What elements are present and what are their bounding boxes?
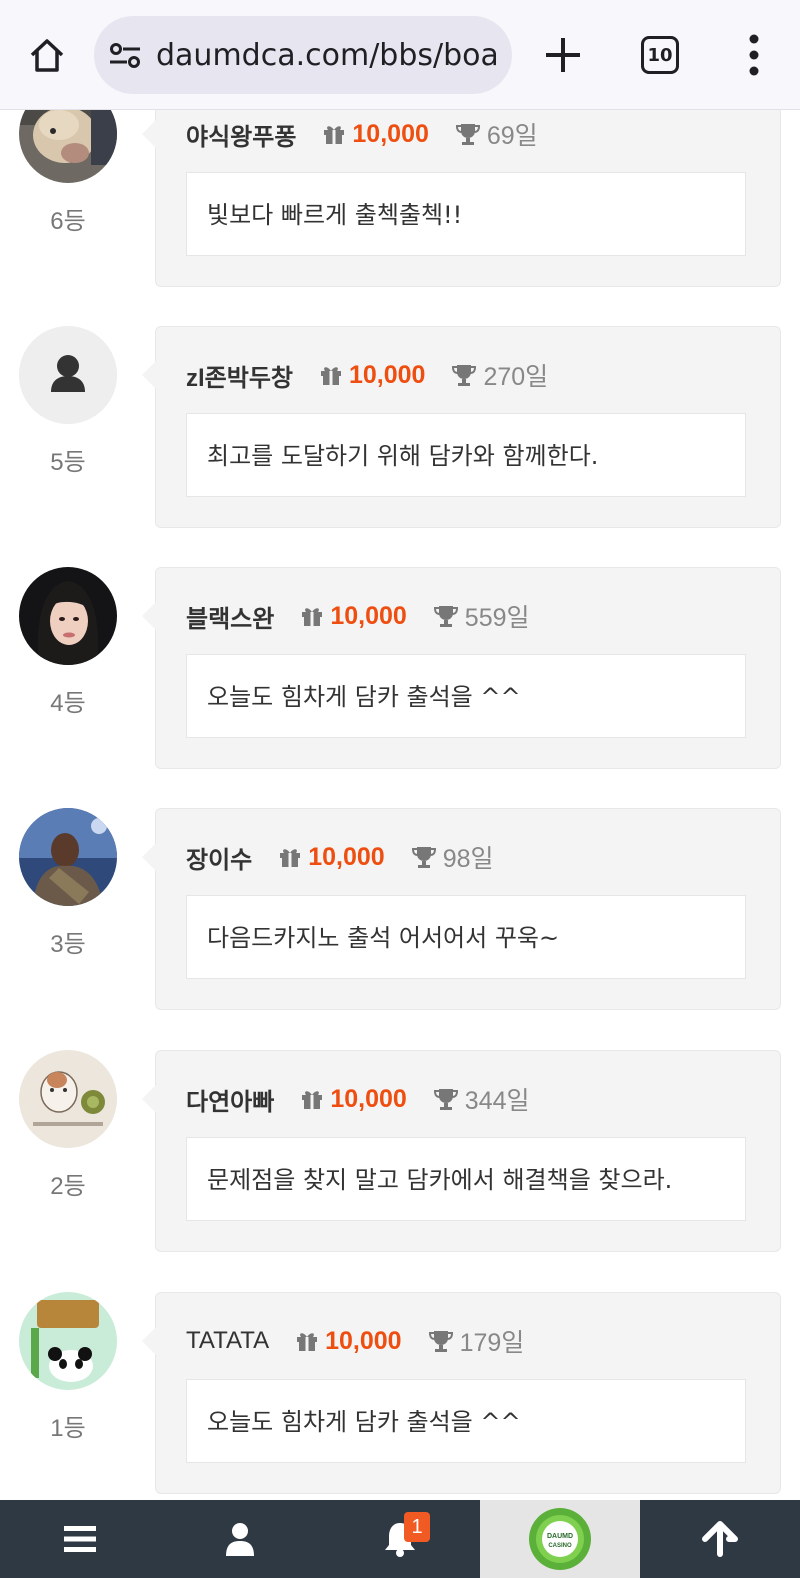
comment-text: 최고를 도달하기 위해 담카와 함께한다. <box>207 442 599 470</box>
gift-icon <box>297 1333 318 1351</box>
cat-drawing-avatar <box>19 1050 117 1148</box>
gift-icon <box>302 608 323 626</box>
rank-label: 6등 <box>50 208 86 235</box>
days-count: 98일 <box>442 845 494 873</box>
comment-text: 다음드카지노 출석 어서어서 꾸욱~ <box>207 924 560 952</box>
daumd-casino-logo: DAUMD CASINO <box>529 1508 591 1570</box>
avatar[interactable] <box>19 1292 117 1390</box>
comment-box: 최고를 도달하기 위해 담카와 함께한다. <box>186 413 746 497</box>
url-text[interactable]: daumdca.com/bbs/board <box>156 36 496 76</box>
attendance-card: zl존박두창 10,000 270일 최고를 도달하기 위해 담카와 함께한다. <box>142 326 781 528</box>
site-settings-icon[interactable] <box>108 40 142 70</box>
comment-box: 빛보다 빠르게 출첵출첵!! <box>186 172 746 256</box>
home-button[interactable] <box>22 33 72 77</box>
avatar[interactable] <box>19 326 117 424</box>
tab-count: 10 <box>647 44 673 66</box>
tab-switcher-button[interactable]: 10 <box>641 36 679 74</box>
list-item: 2등 다연아빠 10,000 344일 문제점을 찾지 말고 담카에서 해결책을… <box>0 1050 800 1252</box>
browser-toolbar: daumdca.com/bbs/board 10 <box>0 0 800 110</box>
comment-box: 오늘도 힘차게 담카 출석을 ^^ <box>186 654 746 738</box>
menu-button[interactable] <box>0 1500 160 1578</box>
comment-text: 빛보다 빠르게 출첵출첵!! <box>207 201 463 229</box>
rank-label: 3등 <box>50 931 86 958</box>
trophy-icon <box>452 365 477 386</box>
trophy-icon <box>428 1331 453 1352</box>
arrow-up-icon <box>702 1521 738 1557</box>
rank-label: 5등 <box>50 449 86 476</box>
new-tab-icon[interactable] <box>540 32 586 78</box>
nickname[interactable]: TATATA <box>186 1327 269 1355</box>
rank-label: 4등 <box>50 690 86 717</box>
bottom-nav: 1 DAUMD CASINO <box>0 1500 800 1578</box>
list-item: 4등 블랙스완 10,000 559일 오늘도 힘차게 담카 출석을 ^^ <box>0 567 800 769</box>
gift-icon <box>302 1091 323 1109</box>
nickname[interactable]: 다연아빠 <box>186 1082 274 1117</box>
attendance-card: 야식왕푸퐁 10,000 69일 빛보다 빠르게 출첵출첵!! <box>142 85 781 287</box>
days-count: 270일 <box>483 363 549 391</box>
nickname[interactable]: 장이수 <box>186 840 252 875</box>
gift-icon <box>280 849 301 867</box>
home-logo-button[interactable]: DAUMD CASINO <box>480 1500 640 1578</box>
trophy-icon <box>433 1089 458 1110</box>
attendance-card: TATATA 10,000 179일 오늘도 힘차게 담카 출석을 ^^ <box>142 1292 781 1494</box>
hamburger-icon <box>64 1526 96 1552</box>
gift-icon <box>321 367 341 385</box>
comment-box: 다음드카지노 출석 어서어서 꾸욱~ <box>186 895 746 979</box>
trophy-icon <box>433 606 458 627</box>
woman-photo-avatar <box>19 567 117 665</box>
notifications-button[interactable]: 1 <box>320 1500 480 1578</box>
svg-text:DAUMD: DAUMD <box>547 1533 573 1540</box>
days-count: 559일 <box>464 604 530 632</box>
list-item: 5등 zl존박두창 10,000 270일 최고를 도달하기 위해 담카와 함께… <box>0 326 800 528</box>
points-value: 10,000 <box>308 842 385 871</box>
attendance-card: 다연아빠 10,000 344일 문제점을 찾지 말고 담카에서 해결책을 찾으… <box>142 1050 781 1252</box>
tatata-panda-avatar <box>19 1292 117 1390</box>
scroll-top-button[interactable] <box>640 1500 800 1578</box>
attendance-card: 장이수 10,000 98일 다음드카지노 출석 어서어서 꾸욱~ <box>142 808 781 1010</box>
days-count: 179일 <box>459 1329 525 1357</box>
list-item: 6등 야식왕푸퐁 10,000 69일 빛보다 빠르게 출첵출첵!! <box>0 85 800 287</box>
nickname[interactable]: 블랙스완 <box>186 599 274 634</box>
days-count: 344일 <box>464 1087 530 1115</box>
default-user-icon <box>19 326 117 424</box>
list-item: 3등 장이수 10,000 98일 다음드카지노 출석 어서어서 꾸욱~ <box>0 808 800 1010</box>
man-photo-avatar <box>19 808 117 906</box>
more-menu-icon[interactable] <box>736 30 772 80</box>
points-value: 10,000 <box>352 119 429 148</box>
points-value: 10,000 <box>349 360 426 389</box>
gift-icon <box>324 126 345 144</box>
list-item: 1등 TATATA 10,000 179일 오늘도 힘차게 담카 출석을 ^^ <box>0 1292 800 1494</box>
user-icon <box>226 1523 254 1556</box>
comment-text: 오늘도 힘차게 담카 출석을 ^^ <box>207 683 521 711</box>
avatar[interactable] <box>19 1050 117 1148</box>
notification-badge: 1 <box>404 1512 430 1542</box>
points-value: 10,000 <box>330 601 407 630</box>
days-count: 69일 <box>486 122 538 150</box>
avatar[interactable] <box>19 567 117 665</box>
trophy-icon <box>411 847 436 868</box>
points-value: 10,000 <box>325 1326 402 1355</box>
trophy-icon <box>455 124 480 145</box>
points-value: 10,000 <box>330 1084 407 1113</box>
home-icon <box>30 39 64 72</box>
svg-text:CASINO: CASINO <box>548 1543 572 1549</box>
profile-button[interactable] <box>160 1500 320 1578</box>
comment-text: 오늘도 힘차게 담카 출석을 ^^ <box>207 1408 521 1436</box>
avatar[interactable] <box>19 808 117 906</box>
comment-box: 오늘도 힘차게 담카 출석을 ^^ <box>186 1379 746 1463</box>
address-bar[interactable]: daumdca.com/bbs/board <box>94 16 512 94</box>
comment-text: 문제점을 찾지 말고 담카에서 해결책을 찾으라. <box>207 1166 673 1194</box>
nickname[interactable]: 야식왕푸퐁 <box>186 117 296 152</box>
attendance-card: 블랙스완 10,000 559일 오늘도 힘차게 담카 출석을 ^^ <box>142 567 781 769</box>
comment-box: 문제점을 찾지 말고 담카에서 해결책을 찾으라. <box>186 1137 746 1221</box>
rank-label: 1등 <box>50 1415 86 1442</box>
rank-label: 2등 <box>50 1173 86 1200</box>
nickname[interactable]: zl존박두창 <box>186 358 293 393</box>
